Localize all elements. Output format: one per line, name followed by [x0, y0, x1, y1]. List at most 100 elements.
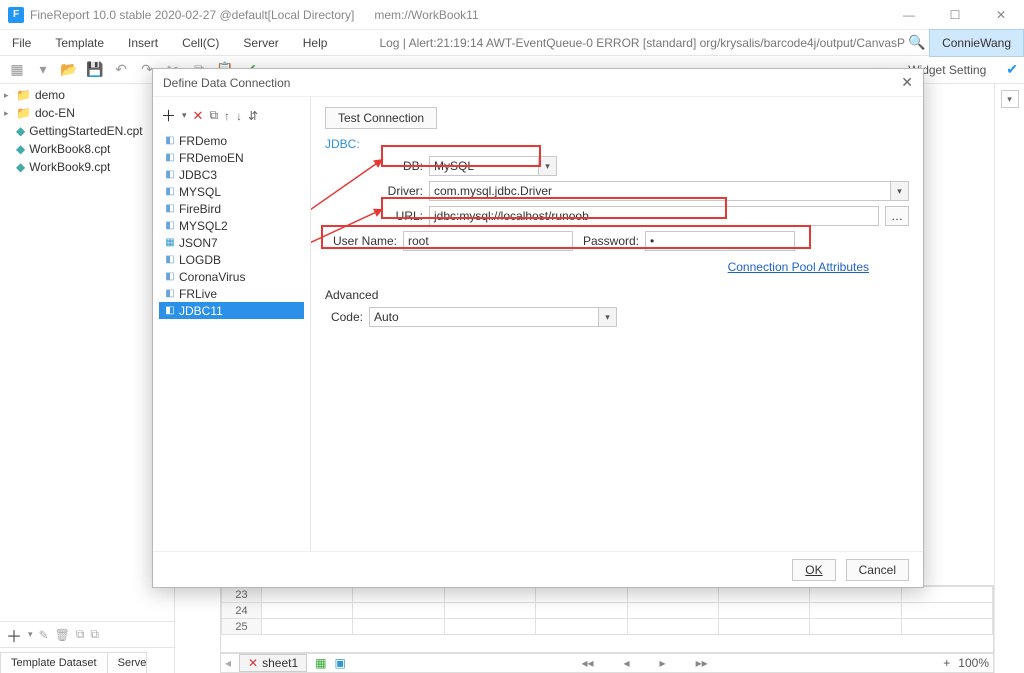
driver-dropdown-icon[interactable]: ▾ [891, 181, 909, 201]
dialog-title: Define Data Connection [163, 76, 290, 90]
username-input[interactable]: root [403, 231, 573, 251]
minimize-button[interactable]: — [886, 0, 932, 30]
delete-icon[interactable]: 🗑 [55, 628, 70, 642]
sheet-prev-icon[interactable]: ◂ [225, 656, 231, 670]
form-toggle-icon[interactable]: ▣ [334, 656, 345, 670]
undo-icon[interactable]: ↶ [110, 59, 132, 81]
paste-ds-icon[interactable]: ⧉ [90, 627, 99, 642]
cancel-button[interactable]: Cancel [846, 559, 909, 581]
list-item[interactable]: ◧LOGDB [159, 251, 304, 268]
password-label: Password: [573, 234, 645, 248]
file-tree: ▸📁demo ▸📁doc-EN ◆GettingStartedEN.cpt ◆W… [0, 84, 174, 178]
tab-server-dataset[interactable]: Serve [107, 652, 147, 673]
list-item[interactable]: ◧MYSQL2 [159, 217, 304, 234]
tree-file-workbook9[interactable]: ◆WorkBook9.cpt [0, 158, 174, 176]
document-path: mem://WorkBook11 [374, 8, 478, 22]
db-dropdown-icon[interactable]: ▾ [539, 156, 557, 176]
code-dropdown-icon[interactable]: ▾ [599, 307, 617, 327]
chevron-down-icon[interactable]: ▾ [32, 59, 54, 81]
dialog-footer: OK Cancel [153, 551, 923, 587]
search-icon[interactable]: 🔍 [905, 34, 929, 51]
new-icon[interactable]: ▦ [6, 59, 28, 81]
zoom-value[interactable]: 100% [958, 656, 989, 670]
copy-ds-icon[interactable]: ⧉ [76, 627, 85, 642]
driver-select[interactable]: com.mysql.jdbc.Driver [429, 181, 891, 201]
define-connection-dialog: Define Data Connection ✕ ＋▾ ✕ ⧉ ↑ ↓ ⇵ ◧F… [152, 68, 924, 588]
list-item[interactable]: ◧FireBird [159, 200, 304, 217]
list-item[interactable]: ◧FRDemo [159, 132, 304, 149]
db-label: DB: [355, 159, 429, 173]
dialog-titlebar: Define Data Connection ✕ [153, 69, 923, 97]
menu-cell[interactable]: Cell(C) [170, 30, 231, 56]
test-connection-button[interactable]: Test Connection [325, 107, 437, 129]
panel-check-icon[interactable]: ✔ [1006, 61, 1018, 78]
add-connection-icon[interactable]: ＋ [161, 105, 176, 126]
ok-button[interactable]: OK [792, 559, 835, 581]
delete-connection-icon[interactable]: ✕ [193, 108, 204, 124]
dataset-tabs: Template Dataset Serve [0, 647, 174, 673]
row-header[interactable]: 24 [222, 603, 262, 619]
project-panel: ▸📁demo ▸📁doc-EN ◆GettingStartedEN.cpt ◆W… [0, 84, 175, 673]
pool-attributes-link[interactable]: Connection Pool Attributes [728, 260, 869, 274]
app-title: FineReport 10.0 stable 2020-02-27 @defau… [30, 8, 354, 22]
sheet-bar: ◂ ✕sheet1 ▦ ▣ ◂◂◂▸▸▸ + 100% [220, 653, 994, 673]
grid-toggle-icon[interactable]: ▦ [315, 656, 326, 670]
password-input[interactable]: • [645, 231, 795, 251]
url-browse-button[interactable]: … [885, 206, 909, 226]
connection-list-panel: ＋▾ ✕ ⧉ ↑ ↓ ⇵ ◧FRDemo ◧FRDemoEN ◧JDBC3 ◧M… [153, 97, 311, 551]
code-select[interactable]: Auto [369, 307, 599, 327]
log-line: Log | Alert:21:19:14 AWT-EventQueue-0 ER… [339, 36, 905, 50]
driver-label: Driver: [355, 184, 429, 198]
add-dataset-icon[interactable]: ＋ [6, 623, 22, 647]
db-select[interactable]: MySQL [429, 156, 539, 176]
tree-folder-demo[interactable]: ▸📁demo [0, 86, 174, 104]
h-scrollbar[interactable]: ◂◂◂▸▸▸ [354, 656, 935, 670]
right-gutter: ▾ [994, 84, 1024, 673]
advanced-label: Advanced [325, 288, 909, 302]
url-input[interactable]: jdbc:mysql://localhost/runoob [429, 206, 879, 226]
list-item[interactable]: ◧JDBC3 [159, 166, 304, 183]
menu-template[interactable]: Template [43, 30, 116, 56]
username-label: User Name: [325, 234, 403, 248]
menu-server[interactable]: Server [231, 30, 290, 56]
maximize-button[interactable]: ☐ [932, 0, 978, 30]
move-down-icon[interactable]: ↓ [236, 109, 242, 123]
jdbc-label: JDBC: [325, 137, 909, 151]
menu-file[interactable]: File [0, 30, 43, 56]
menu-insert[interactable]: Insert [116, 30, 170, 56]
tree-file-workbook8[interactable]: ◆WorkBook8.cpt [0, 140, 174, 158]
zoom-in-icon[interactable]: + [943, 656, 950, 670]
close-button[interactable]: ✕ [978, 0, 1024, 30]
open-icon[interactable]: 📂 [58, 59, 80, 81]
edit-icon[interactable]: ✎ [39, 628, 49, 642]
dialog-close-icon[interactable]: ✕ [901, 74, 913, 91]
list-item[interactable]: ◧MYSQL [159, 183, 304, 200]
menu-help[interactable]: Help [291, 30, 340, 56]
row-header[interactable]: 23 [222, 587, 262, 603]
list-item[interactable]: ◧CoronaVirus [159, 268, 304, 285]
dataset-toolbar: ＋▾ ✎ 🗑 ⧉ ⧉ [0, 621, 174, 647]
list-item[interactable]: ▦JSON7 [159, 234, 304, 251]
app-logo: F [8, 7, 24, 23]
list-item[interactable]: ◧FRLive [159, 285, 304, 302]
connection-list: ◧FRDemo ◧FRDemoEN ◧JDBC3 ◧MYSQL ◧FireBir… [159, 132, 304, 545]
connection-form: Test Connection JDBC: DB: MySQL ▾ Driver… [311, 97, 923, 551]
tab-template-dataset[interactable]: Template Dataset [0, 652, 108, 673]
code-label: Code: [325, 310, 369, 324]
sort-icon[interactable]: ⇵ [248, 109, 258, 123]
user-badge[interactable]: ConnieWang [929, 29, 1024, 57]
menu-bar: File Template Insert Cell(C) Server Help… [0, 30, 1024, 56]
tree-folder-docen[interactable]: ▸📁doc-EN [0, 104, 174, 122]
sheet-grid[interactable]: 23 24 25 [220, 585, 994, 653]
save-icon[interactable]: 💾 [84, 59, 106, 81]
right-dropdown[interactable]: ▾ [1001, 90, 1019, 108]
copy-connection-icon[interactable]: ⧉ [209, 108, 218, 123]
list-item[interactable]: ◧FRDemoEN [159, 149, 304, 166]
row-header[interactable]: 25 [222, 619, 262, 635]
window-titlebar: F FineReport 10.0 stable 2020-02-27 @def… [0, 0, 1024, 30]
list-item-selected[interactable]: ◧JDBC11 [159, 302, 304, 319]
move-up-icon[interactable]: ↑ [224, 109, 230, 123]
url-label: URL: [355, 209, 429, 223]
tree-file-gettingstarted[interactable]: ◆GettingStartedEN.cpt [0, 122, 174, 140]
sheet-tab[interactable]: ✕sheet1 [239, 654, 307, 672]
